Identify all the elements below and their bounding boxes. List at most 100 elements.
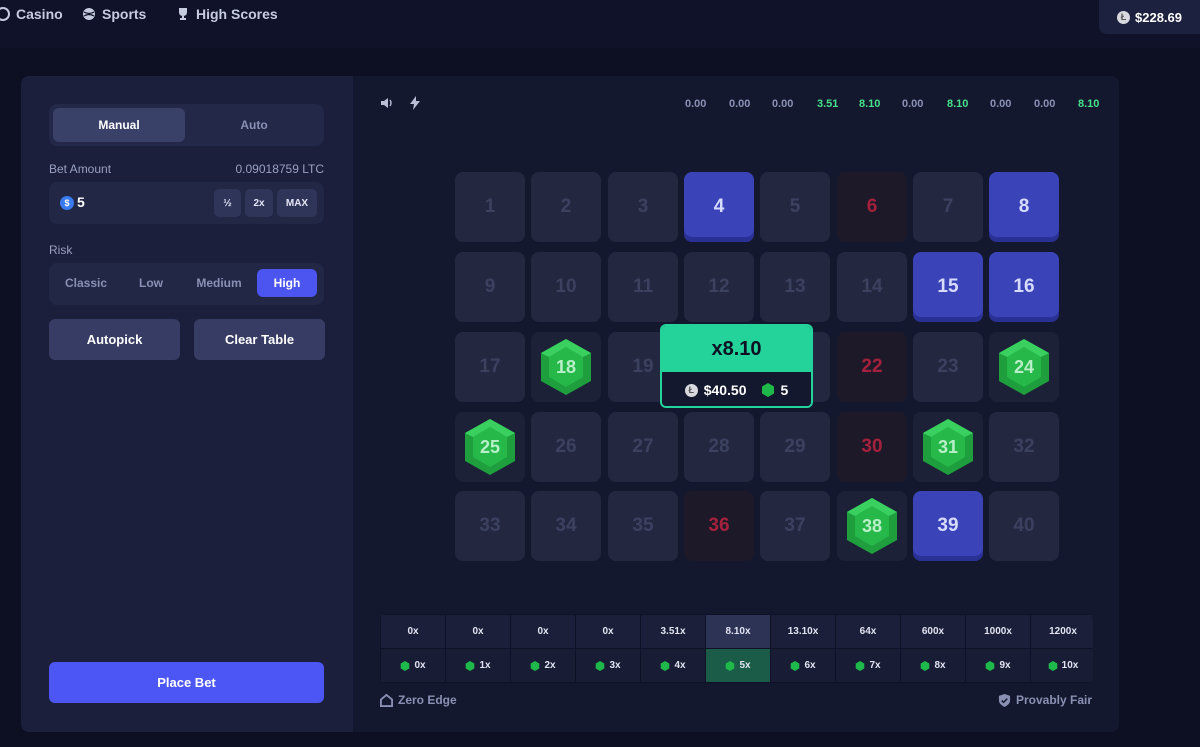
game-area: 0.00 0.00 0.00 3.51 8.10 0.00 8.10 0.00 0.00 8.10… xyxy=(353,76,1119,732)
tile-number: 25 xyxy=(479,436,501,457)
risk-selector: Classic Low Medium High xyxy=(49,263,324,305)
tile-2[interactable]: 2 xyxy=(531,172,601,242)
tile-number: 27 xyxy=(632,436,654,457)
payout-hits: 7x xyxy=(836,649,900,682)
nav-high-scores[interactable]: High Scores xyxy=(176,6,278,22)
tile-18[interactable]: 18 xyxy=(531,332,601,402)
zero-edge-badge[interactable]: Zero Edge xyxy=(380,693,457,707)
tile-38[interactable]: 38 xyxy=(837,491,907,561)
tile-number: 37 xyxy=(784,515,806,536)
autopick-button[interactable]: Autopick xyxy=(49,319,180,360)
tile-27[interactable]: 27 xyxy=(608,412,678,482)
risk-high[interactable]: High xyxy=(257,269,317,297)
tile-14[interactable]: 14 xyxy=(837,252,907,322)
history-item: 8.10 xyxy=(859,98,881,110)
tile-22[interactable]: 22 xyxy=(837,332,907,402)
tile-26[interactable]: 26 xyxy=(531,412,601,482)
balance-display[interactable]: Ł $228.69 xyxy=(1099,0,1200,34)
place-bet-button[interactable]: Place Bet xyxy=(49,662,324,703)
tile-number: 12 xyxy=(708,276,730,297)
nav-sports[interactable]: Sports xyxy=(82,6,146,22)
gem-icon xyxy=(661,660,670,671)
tile-15[interactable]: 15 xyxy=(913,252,983,322)
tile-24[interactable]: 24 xyxy=(989,332,1059,402)
shield-check-icon xyxy=(998,693,1011,707)
payout-hits-label: 3x xyxy=(609,660,621,671)
tile-number: 6 xyxy=(866,196,878,217)
risk-low[interactable]: Low xyxy=(121,269,181,297)
trophy-icon xyxy=(179,8,187,20)
tile-28[interactable]: 28 xyxy=(684,412,754,482)
bet-amount-crypto: 0.09018759 LTC xyxy=(235,162,324,176)
tile-29[interactable]: 29 xyxy=(760,412,830,482)
gem-icon xyxy=(401,660,410,671)
payout-table: 0x 0x 0x 1x 0x 2x 0x 3x 3.51x 4x 8.10x 5x 13.10x 6x 64… xyxy=(380,614,1093,683)
history-item: 3.51 xyxy=(817,98,839,110)
tile-number: 4 xyxy=(713,196,725,217)
zero-edge-label: Zero Edge xyxy=(398,693,457,707)
tile-number: 38 xyxy=(861,515,883,536)
tile-number: 8 xyxy=(1018,196,1030,217)
tile-9[interactable]: 9 xyxy=(455,252,525,322)
risk-classic[interactable]: Classic xyxy=(55,269,117,297)
tile-31[interactable]: 31 xyxy=(913,412,983,482)
tile-16[interactable]: 16 xyxy=(989,252,1059,322)
tab-auto[interactable]: Auto xyxy=(188,108,320,142)
risk-medium[interactable]: Medium xyxy=(185,269,253,297)
tab-manual[interactable]: Manual xyxy=(53,108,185,142)
tile-12[interactable]: 12 xyxy=(684,252,754,322)
tile-4[interactable]: 4 xyxy=(684,172,754,242)
payout-multiplier: 8.10x xyxy=(706,615,770,648)
tile-number: 18 xyxy=(555,356,577,377)
tile-35[interactable]: 35 xyxy=(608,491,678,561)
tile-10[interactable]: 10 xyxy=(531,252,601,322)
tile-40[interactable]: 40 xyxy=(989,491,1059,561)
tile-30[interactable]: 30 xyxy=(837,412,907,482)
tile-6[interactable]: 6 xyxy=(837,172,907,242)
clear-table-button[interactable]: Clear Table xyxy=(194,319,325,360)
tile-3[interactable]: 3 xyxy=(608,172,678,242)
double-bet-button[interactable]: 2x xyxy=(245,189,273,217)
half-bet-button[interactable]: ½ xyxy=(214,189,241,217)
max-bet-button[interactable]: MAX xyxy=(277,189,317,217)
tile-5[interactable]: 5 xyxy=(760,172,830,242)
nav-casino[interactable]: Casino xyxy=(0,6,63,22)
tile-1[interactable]: 1 xyxy=(455,172,525,242)
tile-8[interactable]: 8 xyxy=(989,172,1059,242)
payout-multiplier: 1000x xyxy=(966,615,1030,648)
tile-17[interactable]: 17 xyxy=(455,332,525,402)
gem-icon xyxy=(531,660,540,671)
bet-amount-label: Bet Amount xyxy=(49,162,112,176)
bet-amount-value[interactable]: 5 xyxy=(77,194,85,210)
provably-fair-badge[interactable]: Provably Fair xyxy=(998,693,1092,707)
win-payout: $40.50 xyxy=(703,382,747,398)
payout-multiplier: 0x xyxy=(576,615,640,648)
payout-hits: 4x xyxy=(641,649,705,682)
tile-number: 23 xyxy=(937,356,959,377)
payout-multiplier: 0x xyxy=(381,615,445,648)
lightning-icon[interactable] xyxy=(408,96,422,110)
tile-11[interactable]: 11 xyxy=(608,252,678,322)
payout-hits-label: 9x xyxy=(999,660,1011,671)
tile-number: 32 xyxy=(1013,436,1035,457)
gem-icon xyxy=(596,660,605,671)
tile-23[interactable]: 23 xyxy=(913,332,983,402)
tile-25[interactable]: 25 xyxy=(455,412,525,482)
gem-icon xyxy=(726,660,735,671)
tile-13[interactable]: 13 xyxy=(760,252,830,322)
tile-39[interactable]: 39 xyxy=(913,491,983,561)
history-item: 0.00 xyxy=(902,98,924,110)
litecoin-icon: Ł xyxy=(1117,10,1130,24)
payout-hits: 8x xyxy=(901,649,965,682)
payout-multiplier: 1200x xyxy=(1031,615,1093,648)
tile-37[interactable]: 37 xyxy=(760,491,830,561)
gem-icon xyxy=(986,660,995,671)
volume-icon[interactable] xyxy=(380,96,394,110)
tile-34[interactable]: 34 xyxy=(531,491,601,561)
bet-amount-field[interactable]: $ 5 ½ 2x MAX xyxy=(49,182,324,224)
tile-32[interactable]: 32 xyxy=(989,412,1059,482)
tile-7[interactable]: 7 xyxy=(913,172,983,242)
tile-33[interactable]: 33 xyxy=(455,491,525,561)
tile-36[interactable]: 36 xyxy=(684,491,754,561)
payout-hits-label: 5x xyxy=(739,660,751,671)
